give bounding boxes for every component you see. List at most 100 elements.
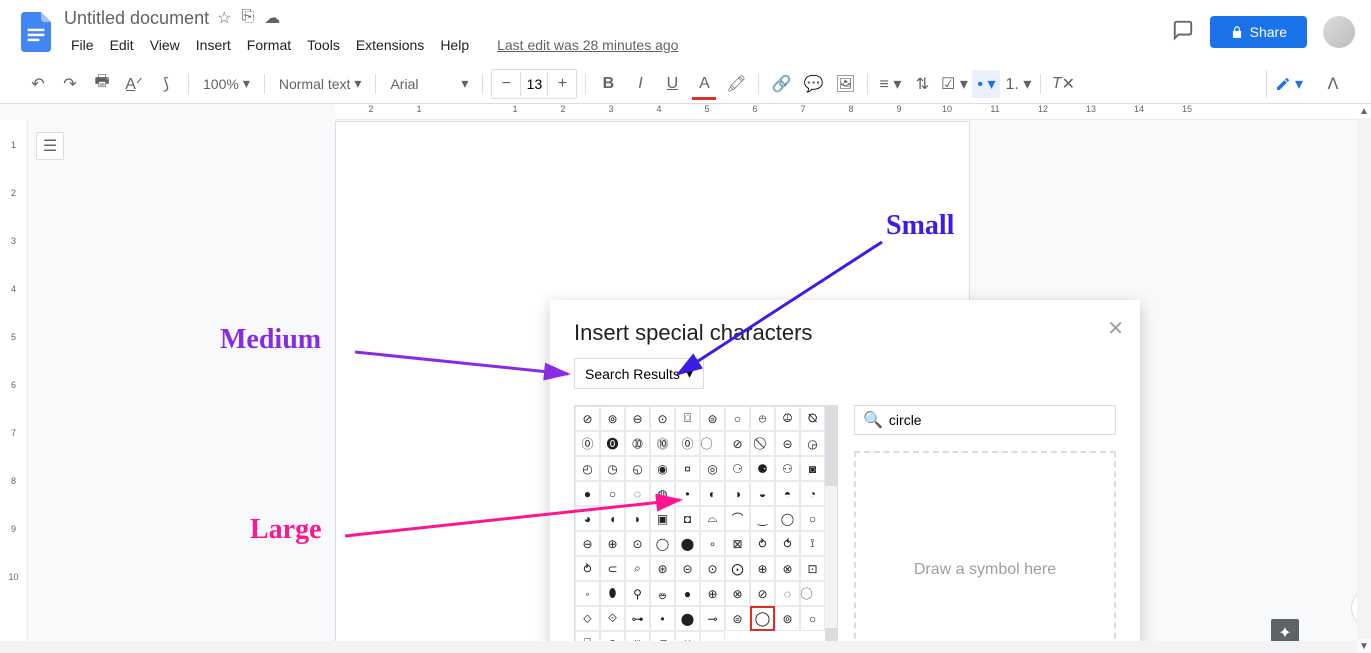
add-comment-icon[interactable]: 💬 [799, 70, 827, 98]
char-cell[interactable]: ⟐ [600, 606, 625, 631]
char-cell[interactable]: ⚆ [725, 456, 750, 481]
char-cell[interactable]: ⊖ [625, 406, 650, 431]
menu-format[interactable]: Format [240, 33, 298, 57]
menu-file[interactable]: File [64, 33, 101, 57]
char-cell[interactable]: ⥀ [775, 531, 800, 556]
undo-icon[interactable]: ↶ [24, 70, 52, 98]
char-cell[interactable]: ⦰ [800, 406, 825, 431]
char-cell[interactable]: ⊘ [725, 431, 750, 456]
char-cell[interactable]: ◙ [800, 456, 825, 481]
char-cell[interactable]: ⊠ [725, 531, 750, 556]
menu-tools[interactable]: Tools [300, 33, 347, 57]
char-cell[interactable]: ○ [800, 506, 825, 531]
underline-icon[interactable]: U [658, 70, 686, 98]
char-cell[interactable]: ⊡ [800, 556, 825, 581]
char-cell[interactable]: ◴ [575, 456, 600, 481]
scroll-down-icon[interactable]: ▼ [1359, 639, 1369, 653]
char-cell[interactable]: ⦺ [750, 406, 775, 431]
collapse-toolbar-icon[interactable]: ᐱ [1319, 70, 1347, 98]
italic-icon[interactable]: I [626, 70, 654, 98]
menu-insert[interactable]: Insert [189, 33, 238, 57]
move-icon[interactable]: ⎘ [241, 8, 254, 28]
char-cell[interactable]: ◗ [625, 506, 650, 531]
char-cell[interactable]: ◌ [775, 581, 800, 606]
align-icon[interactable]: ≡ ▾ [876, 70, 904, 98]
char-cell[interactable]: ⨀ [725, 556, 750, 581]
char-cell[interactable]: ⊸ [700, 606, 725, 631]
char-cell[interactable]: ⚈ [750, 456, 775, 481]
char-cell[interactable]: ⊗ [725, 581, 750, 606]
char-cell[interactable]: ⊚ [775, 606, 800, 631]
char-cell[interactable]: ◕ [575, 506, 600, 531]
checklist-icon[interactable]: ☑ ▾ [940, 70, 968, 98]
char-cell[interactable]: ◦ [575, 581, 600, 606]
text-color-icon[interactable]: A [690, 70, 718, 98]
char-cell[interactable]: ⬮ [600, 581, 625, 606]
char-cell[interactable]: ◐ [700, 481, 725, 506]
char-cell[interactable]: ◒ [750, 481, 775, 506]
char-cell[interactable]: ⊜ [700, 406, 725, 431]
star-icon[interactable]: ☆ [217, 8, 231, 28]
char-cell[interactable]: ○ [600, 481, 625, 506]
font-size-increase[interactable]: + [548, 70, 576, 98]
char-cell[interactable]: ⊖ [575, 531, 600, 556]
char-cell[interactable]: ⌒ [725, 506, 750, 531]
char-cell[interactable]: ⊂ [600, 556, 625, 581]
char-cell[interactable]: ⃝ [700, 431, 725, 456]
close-icon[interactable]: ✕ [1107, 316, 1124, 341]
char-cell[interactable]: ⃝ [800, 581, 825, 606]
menu-edit[interactable]: Edit [103, 33, 141, 57]
char-cell[interactable]: ⬤ [675, 531, 700, 556]
char-cell[interactable]: ◯ [775, 506, 800, 531]
char-cell[interactable]: ‿ [750, 506, 775, 531]
char-cell[interactable]: ◖ [600, 506, 625, 531]
char-cell[interactable]: ◘ [675, 506, 700, 531]
char-cell[interactable]: ◉ [650, 456, 675, 481]
char-cell[interactable]: ⌓ [700, 506, 725, 531]
editing-mode-select[interactable]: ▾ [1266, 70, 1311, 98]
char-cell[interactable]: ⊚ [600, 406, 625, 431]
char-cell[interactable]: ⥁ [575, 556, 600, 581]
redo-icon[interactable]: ↷ [56, 70, 84, 98]
char-cell[interactable]: ⓪ [675, 431, 700, 456]
char-cell[interactable]: ⊙ [625, 531, 650, 556]
char-cell[interactable]: ⟟ [800, 531, 825, 556]
char-cell[interactable]: ◶ [800, 431, 825, 456]
char-cell[interactable]: ○ [725, 406, 750, 431]
char-cell[interactable]: ¤ [675, 456, 700, 481]
outline-toggle[interactable]: ☰ [36, 132, 64, 160]
char-cell[interactable]: ⊕ [600, 531, 625, 556]
char-cell[interactable]: ◵ [625, 456, 650, 481]
insert-image-icon[interactable]: 🖼 [831, 70, 859, 98]
horizontal-ruler[interactable]: 21123456789101112131415 [335, 104, 1371, 120]
line-spacing-icon[interactable]: ⇅ [908, 70, 936, 98]
char-cell[interactable]: ◯ [750, 606, 775, 631]
char-cell[interactable]: ⊗ [775, 556, 800, 581]
last-edit-link[interactable]: Last edit was 28 minutes ago [490, 33, 685, 57]
paint-format-icon[interactable]: ⟆ [152, 70, 180, 98]
comments-icon[interactable] [1172, 19, 1194, 46]
user-avatar[interactable] [1323, 16, 1355, 48]
char-cell[interactable]: ⌼ [675, 406, 700, 431]
menu-view[interactable]: View [143, 33, 187, 57]
spellcheck-icon[interactable]: A̲ᐟ [120, 70, 148, 98]
char-cell[interactable]: 🄋 [575, 431, 600, 456]
char-cell[interactable]: ⊜ [725, 606, 750, 631]
char-cell[interactable]: ⊝ [775, 431, 800, 456]
char-cell[interactable]: ⦹ [775, 406, 800, 431]
font-select[interactable]: Arial ▾ [384, 75, 474, 92]
char-cell[interactable]: ◍ [650, 481, 675, 506]
char-cell[interactable]: ▣ [650, 506, 675, 531]
char-cell[interactable]: ➉ [625, 431, 650, 456]
char-cell[interactable]: 🜰 [650, 581, 675, 606]
highlight-icon[interactable]: 🖍 [722, 70, 750, 98]
char-cell[interactable]: ⊶ [625, 606, 650, 631]
char-cell[interactable]: ◷ [600, 456, 625, 481]
clear-formatting-icon[interactable]: T✕ [1049, 70, 1077, 98]
char-cell[interactable]: ⃠ [750, 431, 775, 456]
horizontal-scrollbar[interactable] [0, 641, 1357, 653]
char-cell[interactable]: ⊘ [750, 581, 775, 606]
menu-help[interactable]: Help [433, 33, 476, 57]
char-cell[interactable]: ⚇ [775, 456, 800, 481]
vertical-scrollbar[interactable]: ▲ ▼ [1357, 104, 1371, 653]
